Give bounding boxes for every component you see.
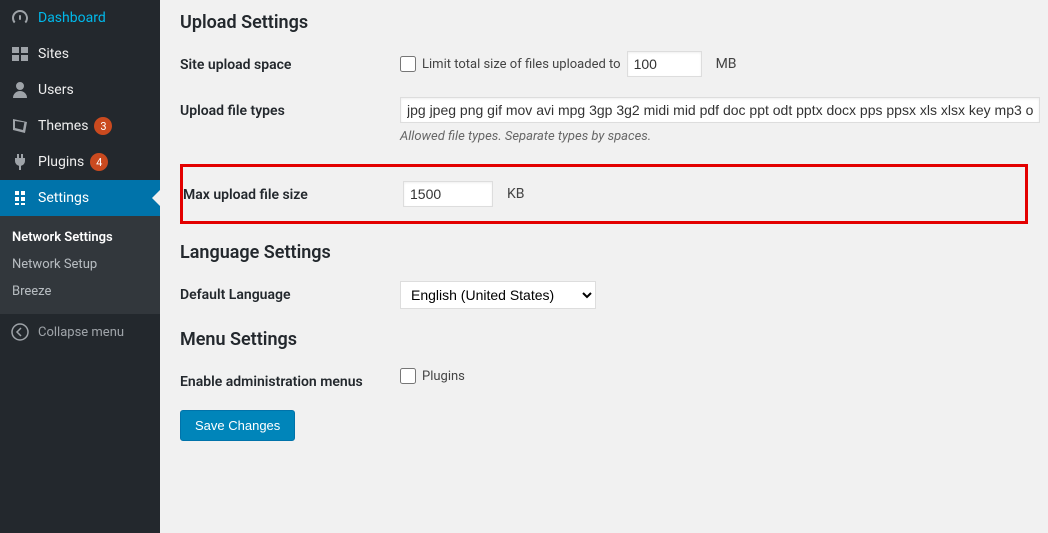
checkbox-limit-upload[interactable] — [400, 56, 416, 72]
collapse-menu[interactable]: Collapse menu — [0, 313, 160, 350]
plugins-icon — [10, 152, 30, 172]
sidebar-item-label: Dashboard — [38, 10, 106, 26]
input-file-types[interactable] — [400, 97, 1040, 123]
sidebar-item-label: Plugins — [38, 154, 84, 170]
checkbox-enable-plugins-menu[interactable] — [400, 368, 416, 384]
save-changes-button[interactable]: Save Changes — [180, 410, 295, 441]
label-enable-admin-menus: Enable administration menus — [180, 368, 400, 390]
unit-kb: KB — [507, 186, 525, 202]
language-settings-heading: Language Settings — [180, 242, 1028, 263]
submenu-network-setup[interactable]: Network Setup — [0, 251, 160, 278]
upload-settings-heading: Upload Settings — [180, 12, 1028, 33]
row-default-language: Default Language English (United States) — [180, 281, 1028, 309]
sidebar-item-dashboard[interactable]: Dashboard — [0, 0, 160, 36]
select-default-language[interactable]: English (United States) — [400, 281, 596, 309]
row-max-upload-size: Max upload file size KB — [183, 181, 1025, 207]
settings-icon — [10, 188, 30, 208]
sidebar-item-settings[interactable]: Settings — [0, 180, 160, 216]
settings-panel: Upload Settings Site upload space Limit … — [160, 0, 1048, 533]
highlight-max-upload: Max upload file size KB — [180, 164, 1028, 224]
admin-sidebar: Dashboard Sites Users Themes 3 Plugins 4… — [0, 0, 160, 533]
dashboard-icon — [10, 8, 30, 28]
sidebar-item-users[interactable]: Users — [0, 72, 160, 108]
update-badge: 4 — [90, 153, 108, 171]
label-upload-file-types: Upload file types — [180, 97, 400, 119]
row-enable-admin-menus: Enable administration menus Plugins — [180, 368, 1028, 390]
sidebar-item-label: Users — [38, 82, 74, 98]
label-max-upload-size: Max upload file size — [183, 181, 403, 203]
input-max-upload-size[interactable] — [403, 181, 493, 207]
sidebar-item-label: Sites — [38, 46, 69, 62]
submenu-network-settings[interactable]: Network Settings — [0, 224, 160, 251]
themes-icon — [10, 116, 30, 136]
collapse-icon — [10, 322, 30, 342]
input-upload-limit[interactable] — [627, 51, 702, 77]
submenu-breeze[interactable]: Breeze — [0, 278, 160, 305]
sidebar-item-sites[interactable]: Sites — [0, 36, 160, 72]
hint-file-types: Allowed file types. Separate types by sp… — [400, 129, 1040, 144]
label-site-upload-space: Site upload space — [180, 51, 400, 73]
checkbox-enable-plugins-label: Plugins — [422, 369, 465, 384]
collapse-label: Collapse menu — [38, 325, 124, 340]
unit-mb: MB — [716, 56, 737, 72]
checkbox-limit-upload-label: Limit total size of files uploaded to — [422, 57, 621, 72]
update-badge: 3 — [94, 117, 112, 135]
row-site-upload-space: Site upload space Limit total size of fi… — [180, 51, 1028, 77]
label-default-language: Default Language — [180, 281, 400, 303]
row-upload-file-types: Upload file types Allowed file types. Se… — [180, 97, 1028, 144]
sidebar-item-themes[interactable]: Themes 3 — [0, 108, 160, 144]
settings-submenu: Network Settings Network Setup Breeze — [0, 216, 160, 313]
sidebar-item-label: Themes — [38, 118, 88, 134]
sidebar-item-label: Settings — [38, 190, 89, 206]
menu-settings-heading: Menu Settings — [180, 329, 1028, 350]
sidebar-item-plugins[interactable]: Plugins 4 — [0, 144, 160, 180]
sites-icon — [10, 44, 30, 64]
users-icon — [10, 80, 30, 100]
